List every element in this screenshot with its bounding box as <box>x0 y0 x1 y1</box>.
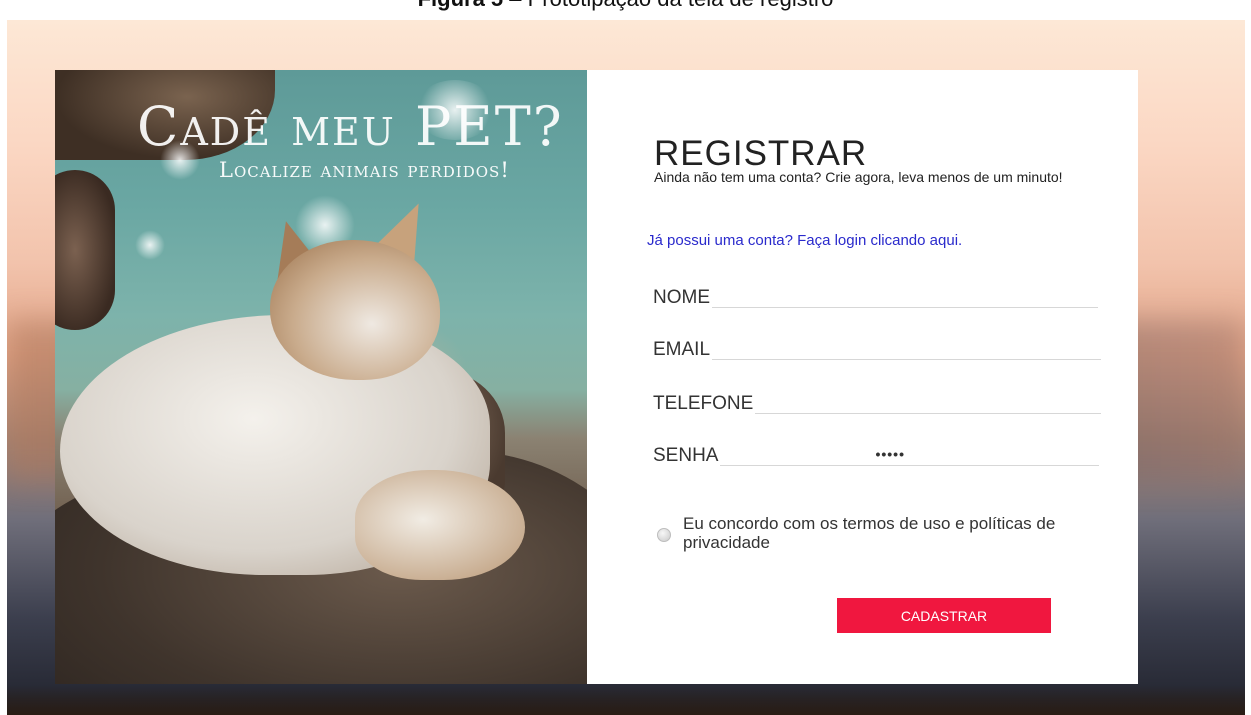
name-input[interactable] <box>712 285 1098 308</box>
photo-bokeh <box>135 230 165 260</box>
password-field: SENHA <box>653 442 1099 466</box>
name-field: NOME <box>653 284 1098 308</box>
name-label: NOME <box>653 287 710 308</box>
photo-rock-left <box>55 170 115 330</box>
login-link[interactable]: Já possui uma conta? Faça login clicando… <box>647 232 962 249</box>
blurred-background: Cadê meu PET? Localize animais perdidos!… <box>7 20 1245 715</box>
hero-title: Cadê meu PET? <box>137 95 564 158</box>
figure-caption-prefix: Figura 5 <box>418 0 504 11</box>
hero-photo-cat: Cadê meu PET? Localize animais perdidos! <box>55 70 587 684</box>
phone-input[interactable] <box>755 391 1101 414</box>
phone-label: TELEFONE <box>653 393 754 414</box>
password-label: SENHA <box>653 445 719 466</box>
email-field: EMAIL <box>653 336 1101 360</box>
hero-subtitle: Localize animais perdidos! <box>219 158 510 182</box>
terms-label: Eu concordo com os termos de uso e polít… <box>683 514 1056 552</box>
register-button[interactable]: CADASTRAR <box>837 598 1051 633</box>
form-title: REGISTRAR <box>654 134 868 173</box>
cat-tail <box>355 470 525 580</box>
terms-row: Eu concordo com os termos de uso e polít… <box>657 514 1073 552</box>
terms-radio[interactable] <box>657 528 671 542</box>
register-form-panel: REGISTRAR Ainda não tem uma conta? Crie … <box>587 70 1138 684</box>
cat-head <box>270 240 440 380</box>
figure-caption-text: – Prototipação da tela de registro <box>503 0 833 11</box>
phone-field: TELEFONE <box>653 390 1101 414</box>
email-input[interactable] <box>712 337 1101 360</box>
figure-caption: Figura 5 – Prototipação da tela de regis… <box>0 0 1251 12</box>
password-input[interactable] <box>720 443 1099 466</box>
form-subtitle: Ainda não tem uma conta? Crie agora, lev… <box>654 169 1063 185</box>
email-label: EMAIL <box>653 339 711 360</box>
